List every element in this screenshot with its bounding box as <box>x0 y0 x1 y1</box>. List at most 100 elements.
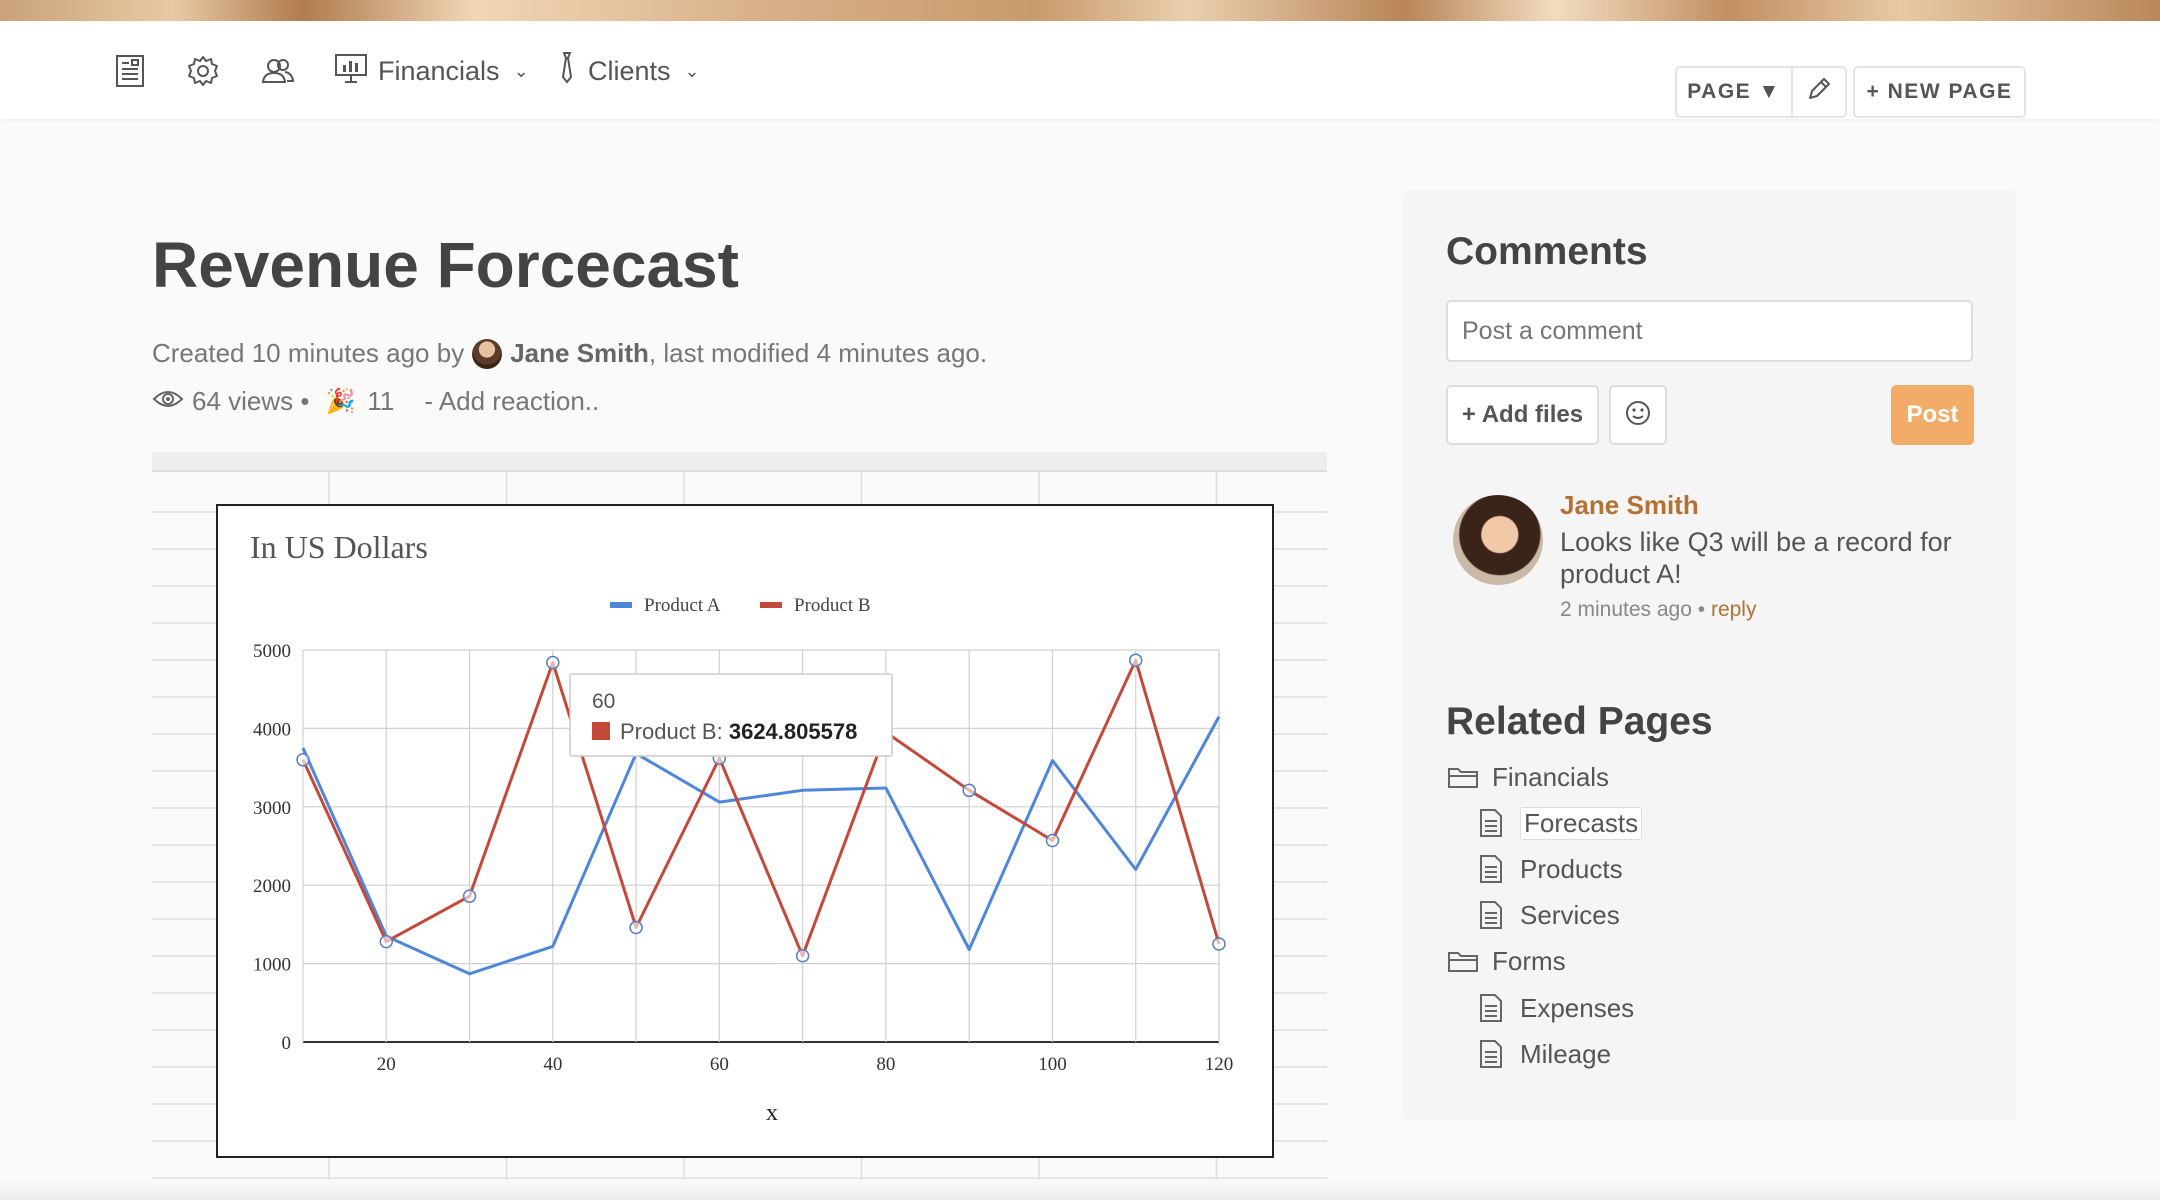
add-reaction-link[interactable]: - Add reaction.. <box>424 386 599 417</box>
x-tick-label: 60 <box>710 1054 729 1075</box>
y-tick-label: 0 <box>282 1033 292 1054</box>
post-comment-button[interactable]: Post <box>1891 385 1974 445</box>
x-tick-label: 120 <box>1205 1054 1234 1075</box>
y-tick-label: 3000 <box>253 798 291 819</box>
page-bottom-edge <box>0 1180 2160 1200</box>
tooltip-series-name: Product B <box>620 719 717 744</box>
users-icon[interactable] <box>259 52 297 90</box>
comment-meta: 2 minutes ago • reply <box>1560 598 1756 622</box>
commenter-avatar <box>1453 495 1543 585</box>
tooltip-x-value: 60 <box>592 690 615 713</box>
document-icon <box>1474 991 1508 1025</box>
data-point <box>379 934 394 949</box>
nav-menu-label: Financials <box>378 55 500 86</box>
data-point <box>462 889 477 903</box>
related-label: Products <box>1520 853 1623 884</box>
related-page-services[interactable]: Services <box>1474 898 1620 932</box>
views-count: 64 views • <box>192 386 310 416</box>
tooltip-series-text: Product B: 3624.805578 <box>620 719 857 744</box>
legend-swatch <box>760 602 782 608</box>
related-folder-financials[interactable]: Financials <box>1446 760 1609 794</box>
comment-input[interactable] <box>1446 300 1973 362</box>
y-tick-label: 1000 <box>253 955 291 976</box>
tie-icon <box>556 51 578 92</box>
emoji-button[interactable] <box>1609 385 1667 445</box>
comment-author[interactable]: Jane Smith <box>1560 490 1699 521</box>
data-point <box>629 920 643 935</box>
x-tick-label: 40 <box>543 1054 562 1075</box>
header-banner-image <box>0 0 2160 21</box>
reaction-count: 11 <box>367 386 395 416</box>
gear-icon[interactable] <box>184 52 222 90</box>
party-popper-icon[interactable]: 🎉 <box>325 387 355 416</box>
eye-icon <box>152 386 184 417</box>
y-tick-label: 5000 <box>253 641 291 662</box>
top-navbar: Financials ⌄ Clients ⌄ PAGE ▼ + NEW PAGE <box>0 21 2160 119</box>
x-tick-label: 20 <box>377 1054 396 1075</box>
edit-page-button[interactable] <box>1793 68 1845 116</box>
nav-menu-label: Clients <box>588 55 671 86</box>
related-label: Services <box>1520 899 1620 930</box>
data-point <box>546 655 560 670</box>
data-point <box>296 753 310 767</box>
document-icon <box>1474 852 1508 886</box>
chevron-down-icon: ⌄ <box>684 60 700 81</box>
tooltip-swatch <box>592 722 610 740</box>
nav-menu-clients[interactable]: Clients ⌄ <box>556 51 700 91</box>
folder-icon <box>1446 760 1480 794</box>
new-page-button[interactable]: + NEW PAGE <box>1853 66 2026 118</box>
nav-menu-financials[interactable]: Financials ⌄ <box>334 51 529 91</box>
add-files-button[interactable]: + Add files <box>1446 385 1599 445</box>
related-page-products[interactable]: Products <box>1474 852 1623 886</box>
page-menu-button[interactable]: PAGE ▼ <box>1677 68 1793 116</box>
modified-text: , last modified 4 minutes ago. <box>648 338 988 368</box>
data-point <box>795 949 810 963</box>
related-label: Financials <box>1492 761 1610 792</box>
related-label: Mileage <box>1520 1038 1612 1069</box>
related-folder-forms[interactable]: Forms <box>1446 944 1566 978</box>
related-page-mileage[interactable]: Mileage <box>1474 1037 1611 1071</box>
document-icon <box>1474 1037 1508 1071</box>
data-point <box>962 783 976 798</box>
smiley-icon <box>1624 399 1652 432</box>
chart-canvas: In US Dollars Product A Product B 0 1000 20… <box>250 529 1234 1126</box>
author-link[interactable]: Jane Smith <box>510 338 649 369</box>
x-tick-label: 80 <box>876 1054 895 1075</box>
legend-swatch <box>610 602 632 608</box>
data-point <box>1128 653 1143 667</box>
chart-tooltip: 60 Product B: 3624.805578 <box>569 673 893 757</box>
related-label: Forms <box>1492 945 1566 976</box>
chevron-down-icon: ⌄ <box>513 60 529 81</box>
comment-time: 2 minutes ago • <box>1560 598 1706 621</box>
revenue-chart[interactable]: In US Dollars Product A Product B 0 1000 20… <box>216 504 1274 1158</box>
related-page-forecasts[interactable]: Forecasts <box>1474 806 1643 840</box>
y-tick-label: 2000 <box>253 876 291 897</box>
page-stats: 64 views • 🎉 11 - Add reaction.. <box>152 386 599 417</box>
related-label: Forecasts <box>1520 806 1643 840</box>
page-meta: Created 10 minutes ago by Jane Smith , l… <box>152 338 987 369</box>
x-axis-label: x <box>766 1100 778 1126</box>
presentation-chart-icon <box>334 51 368 92</box>
related-pages-title: Related Pages <box>1446 700 1713 743</box>
document-icon <box>1474 806 1508 840</box>
document-icon <box>1474 898 1508 932</box>
related-page-expenses[interactable]: Expenses <box>1474 991 1634 1025</box>
pencil-icon <box>1806 76 1832 108</box>
legend-label: Product B <box>794 595 871 616</box>
comments-panel: Comments + Add files Post Jane Smith Loo… <box>1403 190 2016 1120</box>
comment-text: Looks like Q3 will be a record for produ… <box>1560 527 1952 589</box>
data-point <box>1045 833 1060 848</box>
reply-link[interactable]: reply <box>1711 598 1757 621</box>
created-text: Created 10 minutes ago by <box>152 338 465 368</box>
document-list-icon[interactable] <box>111 52 149 90</box>
chart-title: In US Dollars <box>250 529 428 565</box>
x-tick-label: 100 <box>1038 1054 1067 1075</box>
legend-label: Product A <box>644 595 721 616</box>
data-point <box>1212 937 1226 951</box>
folder-icon <box>1446 944 1480 978</box>
tooltip-value: 3624.805578 <box>729 719 857 744</box>
related-label: Expenses <box>1520 992 1635 1023</box>
author-avatar <box>472 338 503 369</box>
comments-title: Comments <box>1446 230 1648 273</box>
page-title: Revenue Forcecast <box>152 229 739 301</box>
